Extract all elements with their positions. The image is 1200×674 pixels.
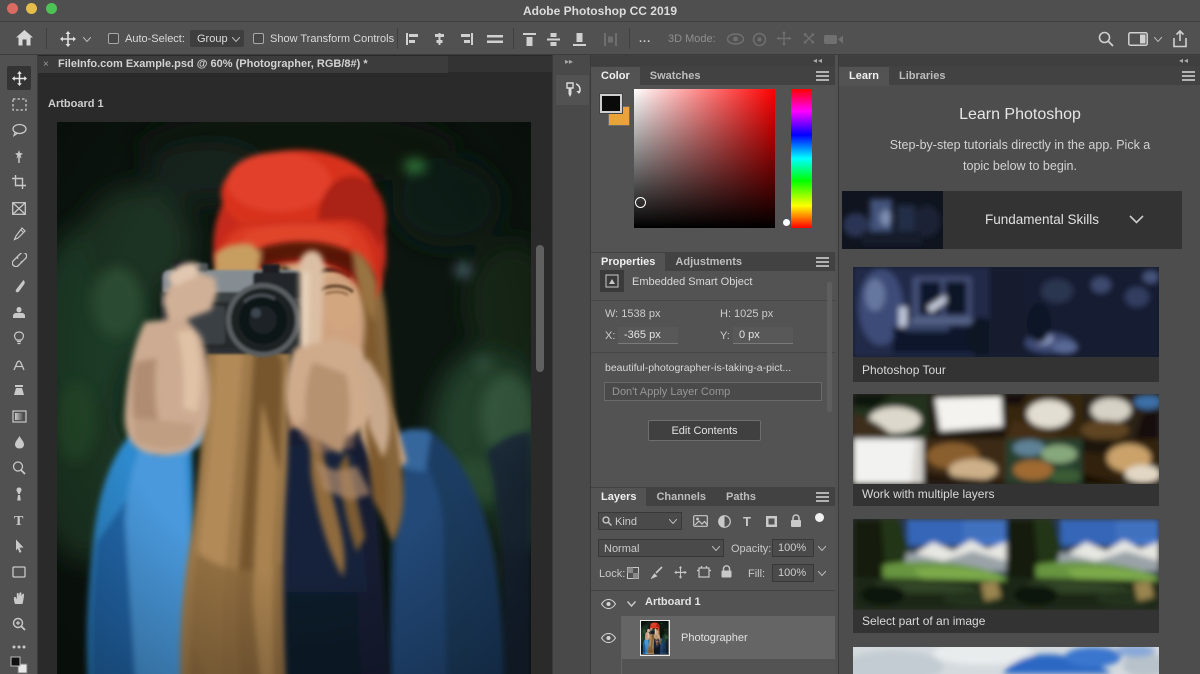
svg-text:T: T	[14, 514, 24, 528]
